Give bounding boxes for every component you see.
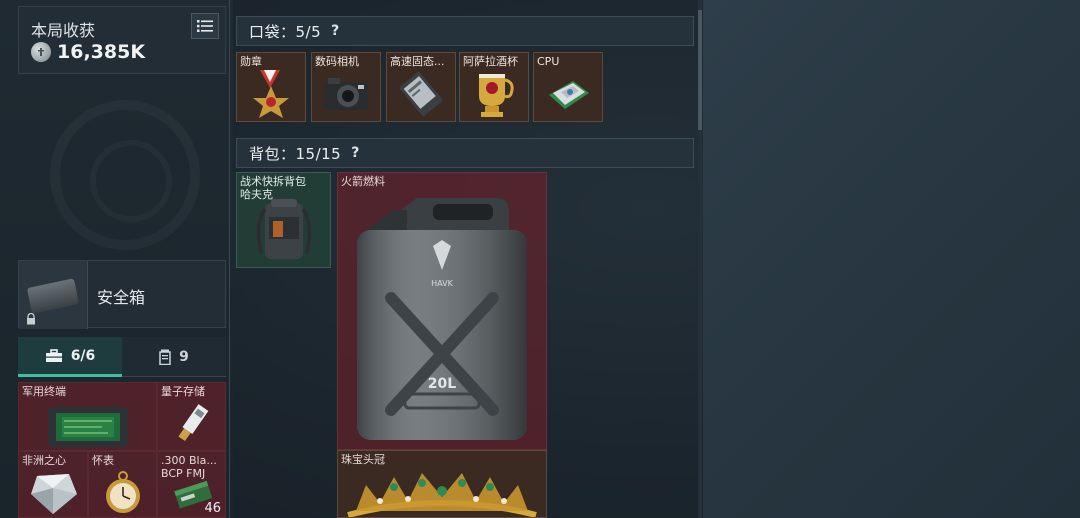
item-label: 勋章 [240,55,262,68]
loot-value-row: 16,385K [31,41,145,63]
loot-value: 16,385K [57,41,146,63]
item-stack-count: 46 [204,501,221,516]
loot-summary: 本局收获 16,385K [18,6,226,74]
pocket-watch-icon [89,466,156,517]
backpack-header: 背包：15/15 ? [236,138,694,168]
safe-box-slot[interactable]: 安全箱 [18,260,226,329]
item-label: 战术快拆背包 哈夫克 [240,175,306,201]
canister-icon [159,349,171,365]
tab-toolbox-count: 6/6 [70,347,96,364]
can-brand: HAVK [431,279,453,288]
help-icon[interactable]: ? [331,23,339,39]
left-panel: 本局收获 16,385K 安全箱 6/6 9 军用终端 量子存储 非洲之心 怀表… [0,0,233,518]
panel-divider [229,0,230,518]
tab-canister[interactable]: 9 [122,337,226,377]
item-military-terminal[interactable]: 军用终端 [18,382,157,451]
military-terminal-icon [19,397,156,450]
item-label: 怀表 [92,454,114,467]
toolbox-icon [45,348,62,362]
item-medal[interactable]: 勋章 [236,52,306,122]
lock-icon [27,313,35,325]
game-background [703,0,1080,518]
item-label: .300 Bla... BCP FMJ [161,454,217,480]
list-icon [197,20,213,32]
backpack-icon [237,193,330,267]
backpack-title: 背包：15/15 [249,144,342,163]
usb-drive-icon [158,397,225,450]
item-label: 珠宝头冠 [341,453,385,466]
briefcase-icon [26,278,80,314]
tab-canister-count: 9 [179,348,189,365]
list-menu-button[interactable] [191,13,219,39]
cpu-icon [534,67,602,121]
item-digital-camera[interactable]: 数码相机 [311,52,381,122]
help-icon[interactable]: ? [351,145,359,161]
item-ammo-300blk[interactable]: .300 Bla... BCP FMJ 46 [157,451,226,518]
can-volume: 20L [428,376,456,392]
safe-box-label: 安全箱 [97,288,146,307]
ssd-icon [387,67,455,121]
item-label: CPU [537,55,560,68]
item-tactical-backpack[interactable]: 战术快拆背包 哈夫克 [236,172,331,268]
item-label: 量子存储 [161,385,205,398]
item-label: 非洲之心 [22,454,66,467]
item-pocket-watch[interactable]: 怀表 [88,451,157,518]
jerrycan-icon: HAVK 20L [338,189,546,449]
safe-box-tabs: 6/6 9 [18,337,226,377]
inventory-scroll-thumb[interactable] [698,10,702,130]
goblet-icon [460,67,528,121]
item-heart-of-africa[interactable]: 非洲之心 [18,451,88,518]
medal-icon [237,67,305,121]
item-asala-goblet[interactable]: 阿萨拉酒杯 [459,52,529,122]
item-quantum-storage[interactable]: 量子存储 [157,382,226,451]
faction-emblem-icon [50,100,200,250]
diamond-icon [19,466,87,517]
item-label: 火箭燃料 [341,175,385,188]
item-jewel-tiara[interactable]: 珠宝头冠 [337,450,547,518]
item-ssd[interactable]: 高速固态... [386,52,456,122]
pockets-title: 口袋：5/5 [249,22,322,41]
camera-icon [312,67,380,121]
item-label: 军用终端 [22,385,66,398]
item-rocket-fuel[interactable]: 火箭燃料 HAVK 20L [337,172,547,450]
tab-toolbox[interactable]: 6/6 [18,337,122,377]
safe-box-thumbnail [19,261,88,329]
item-label: 阿萨拉酒杯 [463,55,518,68]
pockets-header: 口袋：5/5 ? [236,16,694,46]
item-label: 数码相机 [315,55,359,68]
tiara-icon [338,463,546,517]
coin-icon [31,42,51,62]
item-label: 高速固态... [390,55,445,68]
safe-box-grid: 军用终端 量子存储 非洲之心 怀表 .300 Bla... BCP FMJ 46 [18,382,226,518]
item-cpu[interactable]: CPU [533,52,603,122]
loot-title: 本局收获 [31,21,96,40]
